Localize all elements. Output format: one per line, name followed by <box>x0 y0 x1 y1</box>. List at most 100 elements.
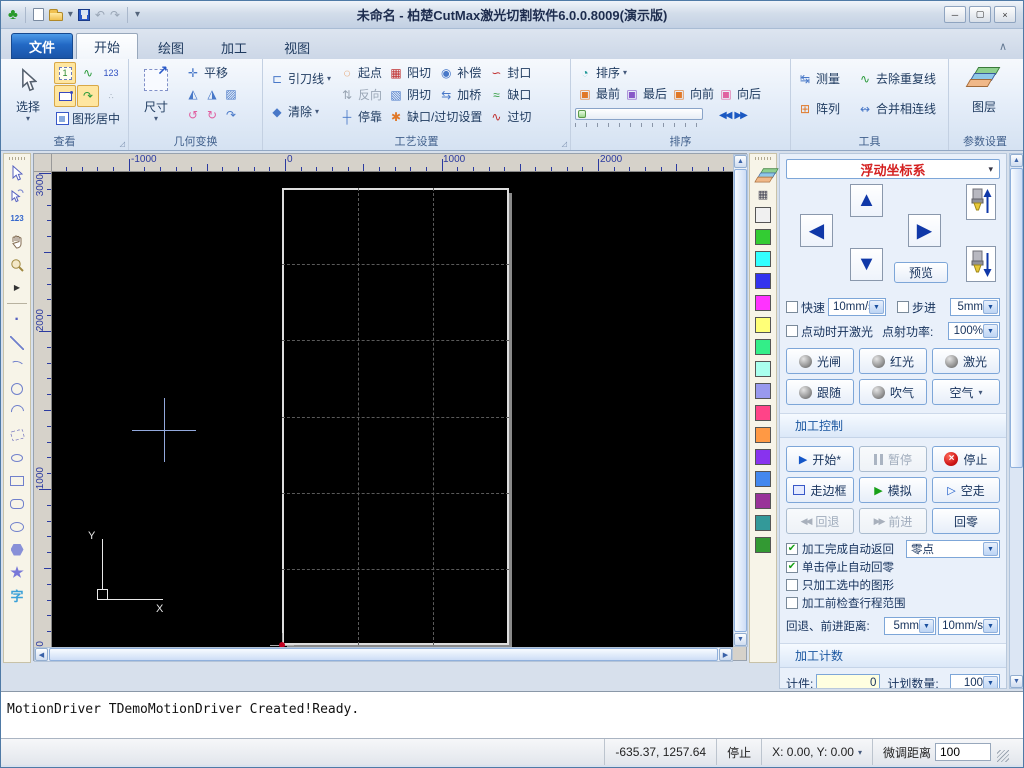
coordinate-system-combo[interactable]: 浮动坐标系 ▾ <box>786 159 1000 179</box>
draw-rectangle-tool[interactable] <box>6 470 28 491</box>
draw-ellipse-tool[interactable] <box>6 516 28 537</box>
layer-color-swatch[interactable] <box>755 405 771 421</box>
preview-button[interactable]: 预览 <box>894 262 948 283</box>
send-backward-button[interactable]: ▣ 向后 <box>716 83 763 104</box>
layer-color-swatch[interactable] <box>755 251 771 267</box>
draw-arc-tool[interactable] <box>6 401 28 422</box>
panel-scroll-thumb[interactable] <box>1010 168 1023 468</box>
layer-color-swatch[interactable] <box>755 295 771 311</box>
new-file-icon[interactable] <box>32 8 44 21</box>
layer-color-swatch[interactable] <box>755 493 771 509</box>
remove-duplicates-button[interactable]: ∿ 去除重复线 <box>855 68 945 89</box>
dialog-launcher-icon[interactable]: ◿ <box>562 140 567 148</box>
gas-select-button[interactable]: 空气 ▾ <box>932 379 1000 405</box>
scroll-left-icon[interactable]: ◀ <box>35 648 48 661</box>
shear-icon[interactable]: ▨ <box>223 86 239 101</box>
vertical-scroll-thumb[interactable] <box>734 169 747 632</box>
redo-icon[interactable]: ↷ <box>110 8 120 22</box>
array-button[interactable]: ⊞ 阵列 <box>795 98 849 119</box>
fine-tune-input[interactable] <box>935 743 991 761</box>
simulate-button[interactable]: 模拟 <box>859 477 927 503</box>
pause-button[interactable]: 暂停 <box>859 446 927 472</box>
save-icon[interactable] <box>77 8 90 21</box>
nozzle-down-button[interactable] <box>966 246 996 282</box>
jog-right-button[interactable]: ▶ <box>908 214 941 247</box>
distance-combo[interactable]: 5mm <box>884 617 936 635</box>
walk-frame-button[interactable]: 走边框 <box>786 477 854 503</box>
draw-polygon-tool[interactable] <box>6 539 28 560</box>
minimize-button[interactable]: ─ <box>944 6 966 23</box>
tab-draw[interactable]: 绘图 <box>141 35 201 59</box>
red-light-toggle-button[interactable]: 红光 <box>859 348 927 374</box>
layer-color-swatch[interactable] <box>755 361 771 377</box>
show-direction-button[interactable]: ↷ <box>77 85 99 107</box>
burst-power-combo[interactable]: 100% <box>948 322 1000 340</box>
draw-text-tool[interactable]: 字 <box>6 585 28 606</box>
jog-up-button[interactable]: ▲ <box>850 184 883 217</box>
layer-color-swatch[interactable] <box>755 427 771 443</box>
collapse-ribbon-icon[interactable]: ∧ <box>999 40 1007 53</box>
lead-line-button[interactable]: ⊏ 引刀线 ▾ <box>267 68 333 89</box>
step-back-button[interactable]: 回退 <box>786 508 854 534</box>
draw-freeform-tool[interactable] <box>6 424 28 445</box>
layers-button[interactable]: 图层 <box>953 62 1015 134</box>
auto-return-after-finish[interactable]: ✔ <box>786 543 798 555</box>
scroll-down-icon[interactable]: ▼ <box>734 633 747 646</box>
step-previous-icon[interactable]: ◀◀ <box>717 108 732 123</box>
pan-button[interactable]: ✛ 平移 <box>183 62 241 83</box>
compensate-button[interactable]: ◉ 补偿 <box>436 62 484 83</box>
layer-color-swatch[interactable] <box>755 229 771 245</box>
fast-speed-combo[interactable]: 10mm/s <box>828 298 887 316</box>
canvas-horizontal-scrollbar[interactable]: ◀ ▶ <box>34 647 733 662</box>
machine-position[interactable]: X: 0.00, Y: 0.00 ▾ <box>761 739 872 765</box>
size-button[interactable]: 尺寸 ▾ <box>133 62 179 134</box>
sequence-numbers-tool[interactable]: 123 <box>6 208 28 229</box>
node-edit-tool[interactable] <box>6 185 28 206</box>
laser-toggle-button[interactable]: 激光 <box>932 348 1000 374</box>
rotate-free-icon[interactable]: ↷ <box>223 107 239 122</box>
bring-forward-button[interactable]: ▣ 向前 <box>669 83 716 104</box>
blow-toggle-button[interactable]: 吹气 <box>859 379 927 405</box>
center-graphic-button[interactable]: 图形居中 <box>54 108 122 129</box>
canvas-vertical-scrollbar[interactable]: ▲ ▼ <box>733 154 748 647</box>
send-back-button[interactable]: ▣ 最后 <box>622 83 669 104</box>
slider-handle[interactable] <box>578 110 586 118</box>
rotate-left-icon[interactable]: ↺ <box>185 107 201 122</box>
distance-speed-combo[interactable]: 10mm/s <box>938 617 1000 635</box>
start-point-button[interactable]: ◌ 起点 <box>337 62 384 83</box>
auto-return-after-finish-combo[interactable]: 零点 <box>906 540 1000 558</box>
layer-color-swatch[interactable] <box>755 537 771 553</box>
layer-color-swatch[interactable] <box>755 383 771 399</box>
notch-button[interactable]: ≈ 缺口 <box>486 84 533 105</box>
scroll-down-icon[interactable]: ▼ <box>1010 675 1023 688</box>
toolbar-grip[interactable] <box>9 157 25 160</box>
step-forward-button[interactable]: 前进 <box>859 508 927 534</box>
sort-button[interactable]: ◔ 排序 ▾ <box>575 62 787 83</box>
step-next-icon[interactable]: ▶▶ <box>732 108 747 123</box>
more-tools-tool[interactable]: ▶ <box>6 277 28 298</box>
show-sequence-button[interactable]: 123 <box>100 62 122 84</box>
layer-grid-icon[interactable]: ▦ <box>758 188 768 201</box>
dialog-launcher-icon[interactable]: ◿ <box>120 140 125 148</box>
layer-color-swatch[interactable] <box>755 471 771 487</box>
close-button[interactable]: × <box>994 6 1016 23</box>
process-selected-only[interactable] <box>786 579 798 591</box>
plan-count-combo[interactable]: 100 <box>950 674 1000 688</box>
show-measure-button[interactable]: 1 <box>54 62 76 84</box>
scroll-right-icon[interactable]: ▶ <box>719 648 732 661</box>
measure-button[interactable]: ↹ 测量 <box>795 68 849 89</box>
layer-color-swatch[interactable] <box>755 317 771 333</box>
pan-tool[interactable] <box>6 231 28 252</box>
bridge-button[interactable]: ⇆ 加桥 <box>436 84 484 105</box>
step-checkbox[interactable] <box>897 301 910 313</box>
mirror-vertical-icon[interactable]: ◮ <box>204 86 220 101</box>
draw-circle-tool[interactable] <box>6 378 28 399</box>
snap-button[interactable]: ∴ <box>100 85 122 107</box>
scroll-up-icon[interactable]: ▲ <box>734 155 747 168</box>
open-file-icon[interactable] <box>48 9 63 21</box>
dock-button[interactable]: ┼ 停靠 <box>337 106 384 127</box>
maximize-button[interactable]: ▢ <box>969 6 991 23</box>
undo-icon[interactable]: ↶ <box>95 8 105 22</box>
rotate-right-icon[interactable]: ↻ <box>204 107 220 122</box>
layer-color-swatch[interactable] <box>755 515 771 531</box>
